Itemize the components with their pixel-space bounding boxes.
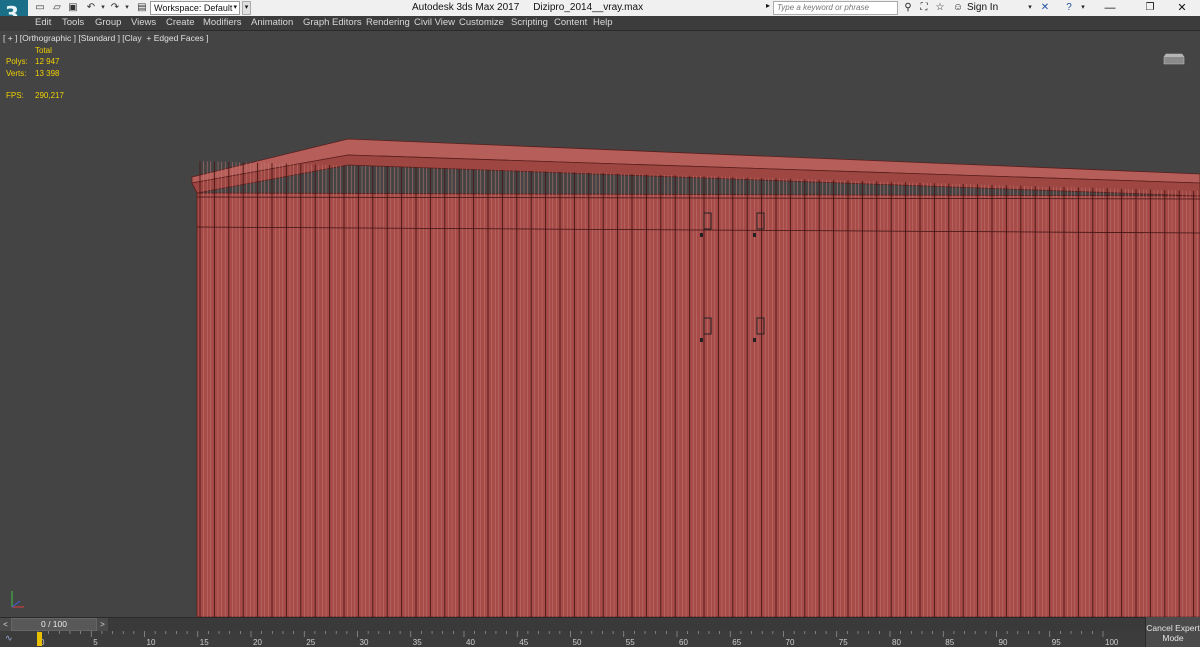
- ruler-ticks: [37, 631, 1104, 637]
- restore-icon[interactable]: ❐: [1132, 0, 1168, 16]
- ruler-tick-label: 90: [998, 638, 1008, 647]
- file-name: Dizipro_2014__vray.max: [533, 2, 644, 13]
- time-slider[interactable]: < 0 / 100 >: [0, 617, 1145, 631]
- menu-group[interactable]: Group: [95, 17, 121, 28]
- ruler-tick-label: 45: [519, 638, 529, 647]
- chevron-down-icon: ▾: [233, 4, 237, 11]
- help-dropdown-icon[interactable]: ▾: [1077, 2, 1089, 14]
- cancel-expert-mode-button[interactable]: Cancel Expert Mode: [1145, 617, 1200, 647]
- cancel-expert-line1: Cancel Expert: [1146, 623, 1200, 633]
- stats-fps-label: FPS:: [6, 91, 24, 100]
- menu-bar: Edit Tools Group Views Create Modifiers …: [28, 16, 1200, 31]
- axis-tripod-icon: [11, 591, 24, 608]
- sign-in-button[interactable]: Sign In: [967, 2, 998, 13]
- hinge-pin: [700, 338, 703, 342]
- sign-in-dropdown-icon[interactable]: ▾: [1024, 2, 1036, 14]
- menu-graph-editors[interactable]: Graph Editors: [303, 17, 362, 28]
- project-folder-icon[interactable]: ▤: [136, 2, 148, 13]
- ruler-tick-label: 70: [785, 638, 795, 647]
- user-icon[interactable]: ☺: [952, 2, 964, 14]
- stats-polys-value: 12 947: [35, 57, 60, 66]
- workspace-menu-button[interactable]: ▾: [242, 1, 251, 15]
- window-title: Autodesk 3ds Max 2017 Dizipro_2014__vray…: [412, 2, 643, 13]
- workspace-selector[interactable]: Workspace: Default ▾: [150, 1, 240, 15]
- stats-fps-value: 290,217: [35, 91, 64, 100]
- title-bar: ▭ ▱ ▣ ↶ ▾ ↷ ▾ ▤ Workspace: Default ▾ ▾ A…: [0, 0, 1200, 16]
- ruler-tick-label: 80: [892, 638, 901, 647]
- menu-customize[interactable]: Customize: [459, 17, 504, 28]
- ruler-tick-label: 75: [838, 638, 848, 647]
- viewport-perspective[interactable]: [ + ] [Orthographic ] [Standard ] [Clay …: [0, 31, 1200, 617]
- ruler-tick-label: 85: [945, 638, 955, 647]
- ruler-tick-label: 35: [412, 638, 422, 647]
- stats-verts-label: Verts:: [6, 69, 27, 78]
- cancel-expert-line2: Mode: [1162, 633, 1184, 643]
- ruler-tick-label: 95: [1051, 638, 1061, 647]
- stats-verts-value: 13 398: [35, 69, 60, 78]
- search-input[interactable]: Type a keyword or phrase: [773, 1, 898, 15]
- ruler-tick-label: 5: [93, 638, 98, 647]
- save-file-icon[interactable]: ▣: [67, 2, 79, 13]
- hinge-pin: [753, 233, 756, 237]
- close-icon[interactable]: ✕: [1164, 0, 1200, 16]
- ruler-tick-label: 100: [1105, 638, 1119, 647]
- next-frame-button[interactable]: >: [97, 618, 108, 631]
- menu-rendering[interactable]: Rendering: [366, 17, 410, 28]
- ruler-tick-label: 20: [253, 638, 262, 647]
- redo-dropdown-icon[interactable]: ▾: [121, 2, 133, 13]
- time-slider-thumb[interactable]: 0 / 100: [11, 618, 97, 631]
- ruler-tick-label: 25: [306, 638, 316, 647]
- binoculars-icon[interactable]: ⚲: [902, 2, 914, 14]
- track-bar[interactable]: ∿ 0 5 10 15 20 25 30 35 40 45 50 55 60 65 70 75 80 85 90 95…: [0, 631, 1145, 647]
- stats-polys-label: Polys:: [6, 57, 28, 66]
- redo-icon[interactable]: ↷: [109, 2, 121, 13]
- subscription-icon[interactable]: ⛶: [918, 2, 930, 14]
- ruler-tick-label: 40: [466, 638, 475, 647]
- current-frame-marker[interactable]: [37, 632, 42, 646]
- stats-total-label: Total: [35, 46, 52, 55]
- model-wireframe: [191, 138, 1200, 617]
- ruler-tick-label: 30: [359, 638, 369, 647]
- new-file-icon[interactable]: ▭: [34, 2, 46, 13]
- exchange-apps-icon[interactable]: ✕: [1039, 2, 1051, 14]
- workspace-label: Workspace: Default: [154, 3, 233, 13]
- menu-help[interactable]: Help: [593, 17, 613, 28]
- help-icon[interactable]: ?: [1063, 2, 1075, 14]
- app-name: Autodesk 3ds Max 2017: [412, 2, 520, 13]
- open-file-icon[interactable]: ▱: [51, 2, 63, 13]
- ruler-tick-label: 55: [625, 638, 635, 647]
- menu-content[interactable]: Content: [554, 17, 587, 28]
- viewport-label-menu[interactable]: [ + ] [Orthographic ] [Standard ] [Clay …: [3, 33, 209, 43]
- menu-tools[interactable]: Tools: [62, 17, 84, 28]
- menubar-corner: [0, 16, 28, 31]
- previous-frame-button[interactable]: <: [0, 618, 11, 631]
- mini-curve-editor-icon[interactable]: ∿: [5, 633, 19, 645]
- menu-modifiers[interactable]: Modifiers: [203, 17, 242, 28]
- ruler-tick-label: 10: [146, 638, 156, 647]
- minimize-icon[interactable]: —: [1092, 0, 1128, 16]
- ruler-tick-label: 65: [732, 638, 742, 647]
- menu-civil-view[interactable]: Civil View: [414, 17, 455, 28]
- hinge-pin: [700, 233, 703, 237]
- hinge-pin: [753, 338, 756, 342]
- menu-views[interactable]: Views: [131, 17, 156, 28]
- menu-edit[interactable]: Edit: [35, 17, 51, 28]
- undo-dropdown-icon[interactable]: ▾: [97, 2, 109, 13]
- star-icon[interactable]: ☆: [934, 2, 946, 14]
- undo-icon[interactable]: ↶: [85, 2, 97, 13]
- viewcube-icon[interactable]: [1162, 50, 1186, 66]
- menu-create[interactable]: Create: [166, 17, 195, 28]
- ruler-tick-label: 15: [199, 638, 209, 647]
- ruler-tick-label: 50: [572, 638, 582, 647]
- ruler-tick-label: 60: [679, 638, 688, 647]
- menu-animation[interactable]: Animation: [251, 17, 293, 28]
- menu-scripting[interactable]: Scripting: [511, 17, 548, 28]
